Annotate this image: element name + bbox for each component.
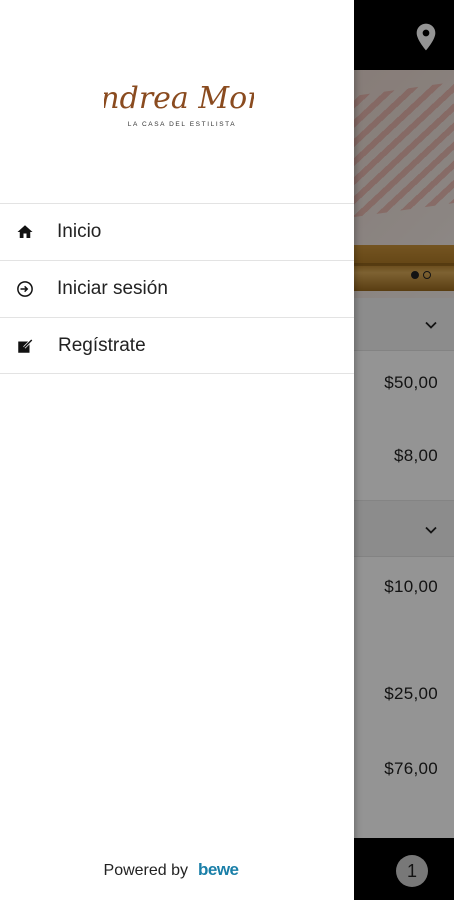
menu-item-label: Iniciar sesión (57, 277, 168, 299)
logo-tagline: LA CASA DEL ESTILISTA (128, 121, 236, 128)
navigation-drawer: Andrea Mora LA CASA DEL ESTILISTA Inicio… (0, 0, 354, 900)
register-icon (16, 337, 34, 355)
bewe-logo[interactable]: bewe (198, 860, 250, 879)
menu-divider (0, 373, 354, 374)
login-icon (16, 280, 34, 298)
menu-item-inicio[interactable]: Inicio (0, 203, 354, 259)
brand-logo: Andrea Mora LA CASA DEL ESTILISTA (76, 72, 280, 132)
powered-by-text: Powered by (103, 862, 189, 879)
powered-by-footer: Powered by bewe (0, 860, 354, 880)
menu-item-registrate[interactable]: Regístrate (0, 317, 354, 373)
menu-item-label: Regístrate (58, 334, 146, 356)
logo-name: Andrea Mora (104, 81, 254, 116)
bewe-logo-text: bewe (198, 860, 239, 878)
menu-item-label: Inicio (57, 220, 102, 242)
home-icon (16, 223, 34, 241)
menu-item-iniciar-sesion[interactable]: Iniciar sesión (0, 260, 354, 316)
